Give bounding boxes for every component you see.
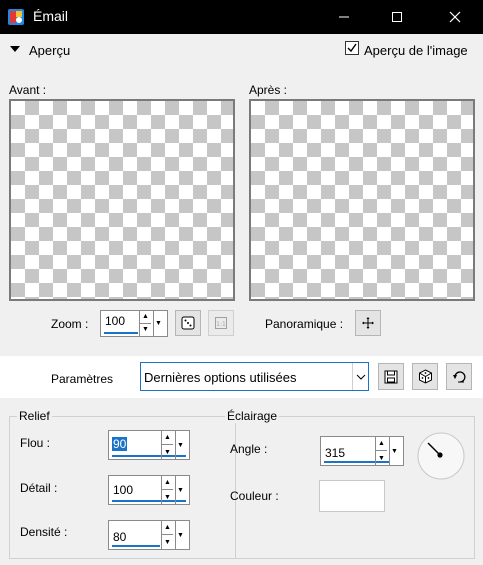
dropdown-arrow-icon[interactable]: ▼ <box>153 311 163 336</box>
densite-underline <box>112 545 160 547</box>
preview-section-label[interactable]: Aperçu <box>29 43 70 58</box>
zoom-label: Zoom : <box>51 317 89 331</box>
relief-group-title: Relief <box>17 409 52 423</box>
dropdown-arrow-icon[interactable]: ▼ <box>175 476 185 504</box>
params-label: Paramètres <box>51 372 114 386</box>
close-button[interactable] <box>432 0 478 34</box>
dropdown-arrow-icon[interactable]: ▼ <box>389 437 399 465</box>
pan-label: Panoramique : <box>265 317 344 331</box>
densite-spin-arrows[interactable]: ▲ ▼ <box>161 521 173 549</box>
spin-down-icon[interactable]: ▼ <box>162 445 173 459</box>
dice-icon <box>181 316 195 330</box>
close-icon <box>449 11 461 23</box>
spin-down-icon[interactable]: ▼ <box>376 451 387 465</box>
angle-label: Angle : <box>230 442 268 456</box>
detail-label: Détail : <box>20 481 58 495</box>
flou-label: Flou : <box>20 436 51 450</box>
spin-up-icon[interactable]: ▲ <box>162 476 173 490</box>
maximize-button[interactable] <box>374 0 420 34</box>
zoom-underline <box>104 332 138 334</box>
zoom-value[interactable]: 100 <box>105 314 125 328</box>
save-icon <box>384 370 398 383</box>
spin-down-icon[interactable]: ▼ <box>140 324 151 337</box>
preview-image-label[interactable]: Aperçu de l'image <box>364 43 468 58</box>
densite-label: Densité : <box>20 525 68 539</box>
flou-value[interactable]: 90 <box>112 437 128 451</box>
checkmark-icon <box>347 43 357 53</box>
spin-up-icon[interactable]: ▲ <box>376 437 387 451</box>
zoom-spin-arrows[interactable]: ▲ ▼ <box>139 311 151 337</box>
after-preview-canvas[interactable] <box>249 99 475 301</box>
detail-spin-arrows[interactable]: ▲ ▼ <box>161 476 173 504</box>
angle-dial-icon[interactable] <box>416 431 466 481</box>
minimize-button[interactable] <box>321 0 367 34</box>
svg-text:1:1: 1:1 <box>216 321 226 328</box>
reset-icon <box>452 371 465 383</box>
before-preview-canvas[interactable] <box>9 99 235 301</box>
dropdown-arrow-icon[interactable]: ▼ <box>175 521 185 549</box>
window-title: Émail <box>33 8 69 24</box>
app-icon <box>8 9 24 25</box>
densite-spinbox[interactable]: 80 ▲ ▼ ▼ <box>108 520 190 550</box>
lighting-group-title: Éclairage <box>225 409 280 423</box>
actual-size-icon: 1:1 <box>215 317 227 329</box>
dice-icon <box>418 369 432 384</box>
after-label: Après : <box>249 83 288 97</box>
spin-down-icon[interactable]: ▼ <box>162 535 173 549</box>
randomize-preview-button[interactable] <box>175 310 201 336</box>
chevron-down-icon[interactable] <box>352 363 368 390</box>
reset-params-button[interactable] <box>446 363 472 390</box>
spin-up-icon[interactable]: ▲ <box>140 311 151 324</box>
dropdown-arrow-icon[interactable]: ▼ <box>175 431 185 459</box>
color-swatch[interactable] <box>319 480 385 512</box>
flou-spinbox[interactable]: 90 ▲ ▼ ▼ <box>108 430 190 460</box>
params-selected-value[interactable]: Dernières options utilisées <box>144 370 296 385</box>
detail-value[interactable]: 100 <box>113 483 133 497</box>
before-label: Avant : <box>9 83 47 97</box>
actual-size-button[interactable]: 1:1 <box>208 310 234 336</box>
spin-up-icon[interactable]: ▲ <box>162 431 173 445</box>
spin-down-icon[interactable]: ▼ <box>162 490 173 504</box>
preview-image-checkbox[interactable] <box>345 41 359 55</box>
move-cross-icon <box>362 317 374 329</box>
densite-value[interactable]: 80 <box>113 530 126 544</box>
params-select[interactable]: Dernières options utilisées <box>140 362 369 391</box>
detail-spinbox[interactable]: 100 ▲ ▼ ▼ <box>108 475 190 505</box>
maximize-icon <box>392 12 402 22</box>
flou-spin-arrows[interactable]: ▲ ▼ <box>161 431 173 459</box>
spin-up-icon[interactable]: ▲ <box>162 521 173 535</box>
couleur-label: Couleur : <box>230 489 279 503</box>
minimize-icon <box>339 16 349 18</box>
zoom-spinbox[interactable]: 100 ▲ ▼ ▼ <box>100 310 168 337</box>
angle-value[interactable]: 315 <box>325 446 345 460</box>
save-params-button[interactable] <box>378 363 404 390</box>
randomize-params-button[interactable] <box>412 363 438 390</box>
angle-spin-arrows[interactable]: ▲ ▼ <box>375 437 387 465</box>
collapse-arrow-icon[interactable] <box>10 45 20 53</box>
angle-spinbox[interactable]: 315 ▲ ▼ ▼ <box>320 436 404 466</box>
pan-button[interactable] <box>355 310 381 336</box>
